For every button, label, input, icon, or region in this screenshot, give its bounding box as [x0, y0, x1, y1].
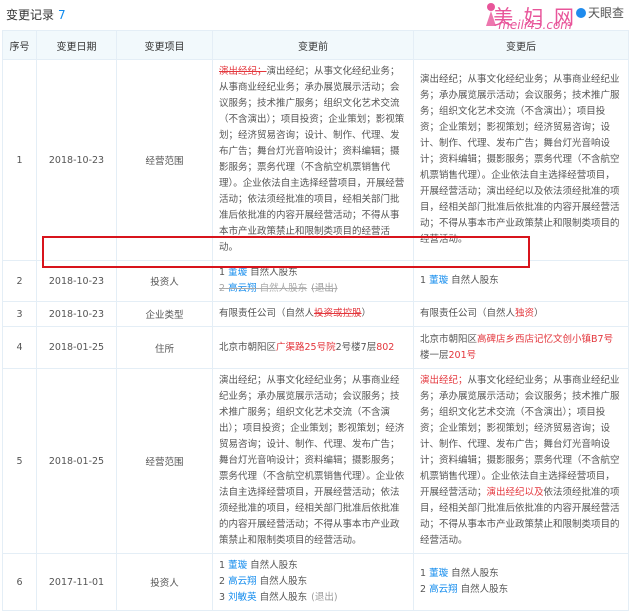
value-before: 1 董璇 自然人股东 2 高云翔 自然人股东 (退出): [212, 260, 414, 302]
row-number: 3: [2, 301, 37, 327]
investor-link[interactable]: 高云翔: [228, 283, 257, 294]
row-number: 2: [2, 260, 37, 302]
changed-text: 802: [376, 341, 395, 353]
change-date: 2018-01-25: [36, 326, 117, 369]
tianyancha-logo: 天眼查: [575, 4, 624, 21]
table-header-row: 序号 变更日期 变更项目 变更前 变更后: [2, 30, 629, 60]
added-text: 独资: [515, 308, 535, 319]
change-record-table: 序号 变更日期 变更项目 变更前 变更后 1 2018-10-23 经营范围 演…: [2, 30, 629, 611]
value-before: 有限责任公司（自然人投资或控股）: [212, 301, 414, 327]
col-header-before: 变更前: [212, 30, 414, 60]
change-item: 住所: [116, 326, 213, 369]
change-date: 2018-01-25: [36, 368, 117, 554]
row-number: 6: [2, 553, 37, 611]
row-number: 4: [2, 326, 37, 369]
changed-text: 高碑店乡西店记忆文创小镇B7号: [477, 333, 614, 345]
added-text: 演出经纪以及: [486, 487, 544, 498]
value-after: 北京市朝阳区高碑店乡西店记忆文创小镇B7号楼一层201号: [413, 326, 629, 369]
removed-text: 演出经纪；: [219, 66, 267, 77]
value-before: 1 董璇 自然人股东 2 高云翔 自然人股东 3 刘敏英 自然人股东 (退出): [212, 553, 414, 611]
removed-text: 投资或控股: [314, 308, 362, 319]
record-count: 7: [58, 8, 66, 22]
col-header-item: 变更项目: [116, 30, 213, 60]
change-item: 经营范围: [116, 368, 213, 554]
value-before: 演出经纪；演出经纪；从事文化经纪业务；从事商业经纪业务；承办展览展示活动；会议服…: [212, 59, 414, 261]
investor-link[interactable]: 董璇: [228, 560, 247, 571]
table-row: 4 2018-01-25 住所 北京市朝阳区广渠路25号院2号楼7层802 北京…: [2, 326, 629, 369]
change-date: 2017-11-01: [36, 553, 117, 611]
section-header: 变更记录 7 美 妇 网 meili43.com 天眼查: [0, 0, 630, 32]
change-item: 企业类型: [116, 301, 213, 327]
col-header-after: 变更后: [413, 30, 629, 60]
change-date: 2018-10-23: [36, 59, 117, 261]
change-item: 投资人: [116, 553, 213, 611]
investor-link[interactable]: 刘敏英: [228, 592, 257, 603]
value-before: 北京市朝阳区广渠路25号院2号楼7层802: [212, 326, 414, 369]
added-text: 演出经纪；: [420, 375, 468, 386]
investor-entry: 1 董璇 自然人股东: [420, 568, 499, 579]
table-row: 1 2018-10-23 经营范围 演出经纪；演出经纪；从事文化经纪业务；从事商…: [2, 59, 629, 261]
investor-link[interactable]: 董璇: [429, 275, 448, 286]
changed-text: 201号: [448, 349, 477, 361]
changed-text: 广渠路25号院: [276, 341, 336, 353]
table-row: 3 2018-10-23 企业类型 有限责任公司（自然人投资或控股） 有限责任公…: [2, 301, 629, 327]
row-number: 1: [2, 59, 37, 261]
investor-entry: 1 董璇 自然人股东: [420, 275, 499, 286]
col-header-no: 序号: [2, 30, 37, 60]
investor-entry-removed: 2 高云翔 自然人股东 (退出): [219, 283, 338, 294]
value-after: 演出经纪；从事文化经纪业务；从事商业经纪业务；承办展览展示活动；会议服务；技术推…: [413, 59, 629, 261]
table-row: 5 2018-01-25 经营范围 演出经纪；从事文化经纪业务；从事商业经纪业务…: [2, 368, 629, 554]
value-after: 1 董璇 自然人股东 2 高云翔 自然人股东: [413, 553, 629, 611]
value-after: 1 董璇 自然人股东: [413, 260, 629, 302]
eye-icon: [575, 8, 586, 18]
value-after: 有限责任公司（自然人独资）: [413, 301, 629, 327]
investor-entry-removed: 3 刘敏英 自然人股东 (退出): [219, 592, 338, 603]
investor-entry: 1 董璇 自然人股东: [219, 267, 298, 278]
investor-link[interactable]: 高云翔: [429, 584, 458, 595]
value-before: 演出经纪；从事文化经纪业务；从事商业经纪业务；承办展览展示活动；会议服务；技术推…: [212, 368, 414, 554]
col-header-date: 变更日期: [36, 30, 117, 60]
investor-entry: 2 高云翔 自然人股东: [219, 576, 308, 587]
table-row: 2 2018-10-23 投资人 1 董璇 自然人股东 2 高云翔 自然人股东(…: [2, 260, 629, 302]
row-number: 5: [2, 368, 37, 554]
investor-link[interactable]: 董璇: [228, 267, 247, 278]
exit-tag: (退出): [311, 592, 338, 603]
watermark: 美 妇 网 meili43.com 天眼查: [404, 0, 624, 32]
investor-entry: 1 董璇 自然人股东: [219, 560, 298, 571]
exit-tag: (退出): [311, 283, 338, 294]
value-after: 演出经纪；从事文化经纪业务；从事商业经纪业务；承办展览展示活动；会议服务；技术推…: [413, 368, 629, 554]
investor-entry: 2 高云翔 自然人股东: [420, 584, 509, 595]
change-date: 2018-10-23: [36, 260, 117, 302]
watermark-url: meili43.com: [498, 18, 572, 32]
section-title: 变更记录 7: [6, 8, 66, 22]
change-date: 2018-10-23: [36, 301, 117, 327]
table-row: 6 2017-11-01 投资人 1 董璇 自然人股东 2 高云翔 自然人股东 …: [2, 553, 629, 611]
change-item: 投资人: [116, 260, 213, 302]
investor-link[interactable]: 高云翔: [228, 576, 257, 587]
change-item: 经营范围: [116, 59, 213, 261]
